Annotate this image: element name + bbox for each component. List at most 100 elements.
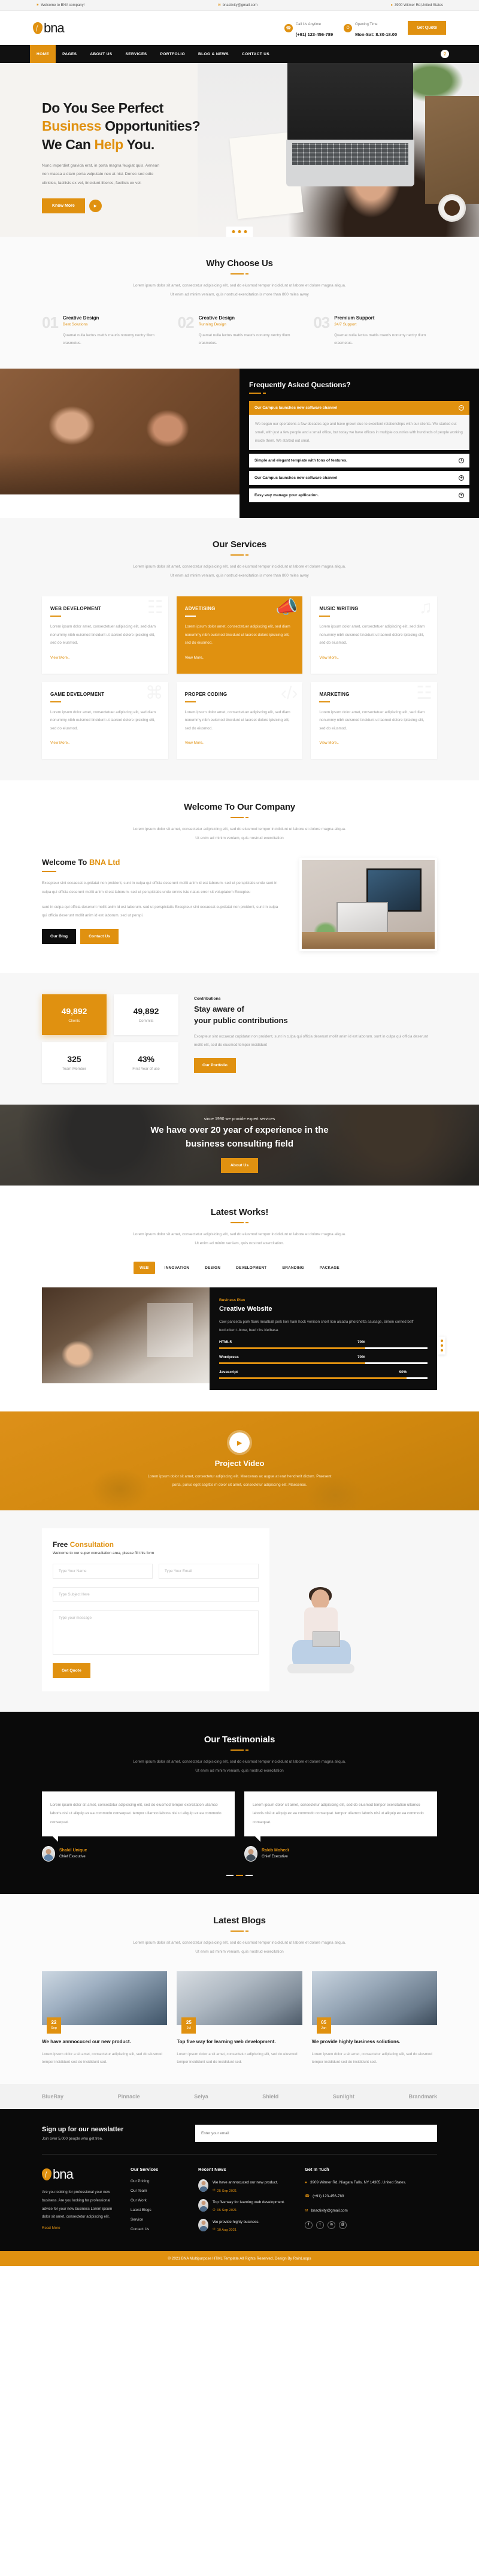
about-us-button[interactable]: About Us [220, 1158, 259, 1174]
service-view-more-link[interactable]: View More.. [185, 656, 205, 660]
contributions-kicker: Contributions [194, 997, 221, 1002]
about-paragraph-1: Excepteur sint occaecat cupidatat non pr… [42, 881, 278, 894]
our-blog-button[interactable]: Our Blog [42, 929, 77, 945]
service-card[interactable]: ⌘ GAME DEVELOPMENT Lorem ipsum dolor ame… [42, 681, 168, 759]
blog-month: Jul [186, 2026, 191, 2031]
footer-service-link[interactable]: Our Team [131, 2189, 187, 2193]
site-footer: Sign up for our newslatter Join over 5,0… [0, 2109, 479, 2252]
faq-question[interactable]: Our Campus launches new software channel… [249, 401, 469, 415]
free-consultation-section: Free Consultation Welcome to our super c… [0, 1510, 479, 1712]
service-title: ADVETISING [184, 606, 216, 612]
footer-read-more-link[interactable]: Read More [42, 2226, 60, 2230]
section-divider [42, 817, 437, 819]
partner-logo: Brandmark [408, 2094, 437, 2100]
contact-us-button[interactable]: Contact Us [80, 929, 119, 945]
nav-item-5[interactable]: BLOG & NEWS [192, 45, 235, 63]
service-view-more-link[interactable]: View More.. [185, 741, 205, 745]
footer-email[interactable]: ✉ bnactivity@gmail.com [305, 2207, 437, 2215]
service-view-more-link[interactable]: View More.. [50, 656, 70, 660]
minus-icon[interactable]: − [459, 405, 464, 411]
about-title: Welcome To Our Company [184, 802, 295, 813]
footer-logo[interactable]: bna [42, 2167, 120, 2182]
newsletter-email-input[interactable] [195, 2125, 437, 2143]
skill-name: Wordpress [219, 1355, 239, 1360]
nav-item-1[interactable]: PAGES [56, 45, 83, 63]
blog-title[interactable]: We have annnocuced our new product. [42, 2038, 167, 2046]
play-video-icon[interactable]: ► [229, 1432, 250, 1453]
footer-news-item[interactable]: Top five way for learning web developmen… [198, 2199, 294, 2213]
works-filter-5[interactable]: PACKAGE [314, 1262, 345, 1274]
hero-slider-dots[interactable] [226, 227, 253, 237]
clock-icon: ⏱ [344, 23, 353, 32]
know-more-button[interactable]: Know More [42, 198, 85, 213]
works-filter-2[interactable]: DESIGN [199, 1262, 226, 1274]
consultation-heading-highlight: Consultation [69, 1540, 114, 1549]
service-card[interactable]: ☳ MARKETING Lorem ipsum dolor amet, cons… [311, 681, 437, 759]
plus-icon[interactable]: + [459, 493, 464, 499]
counter-label: First Year of use [132, 1067, 160, 1072]
footer-contact-title: Get In Tuch [305, 2167, 329, 2173]
site-logo[interactable]: bna [33, 20, 65, 36]
search-icon[interactable]: ⚲ [441, 50, 449, 58]
skill-progress-bar [219, 1347, 428, 1350]
social-icon-3[interactable]: @ [339, 2221, 347, 2229]
works-filter-0[interactable]: WEB [134, 1262, 155, 1275]
faq-question[interactable]: Easy way manage your apllication. + [249, 488, 469, 503]
footer-service-link[interactable]: Contact Us [131, 2227, 187, 2231]
why-item: 02 Creative Design Running Design Quamat… [178, 315, 302, 347]
social-icon-2[interactable]: in [328, 2221, 335, 2229]
footer-service-link[interactable]: Service [131, 2218, 187, 2222]
footer-service-link[interactable]: Latest Blogs [131, 2208, 187, 2212]
works-filter-4[interactable]: BRANDING [276, 1262, 310, 1274]
subject-input[interactable] [53, 1587, 259, 1603]
service-card[interactable]: 📣 ADVETISING Lorem ipsum dolor amet, con… [176, 596, 303, 674]
avatar [42, 1845, 55, 1862]
email-input[interactable] [159, 1564, 259, 1579]
get-quote-button[interactable]: Get Quote [408, 21, 446, 35]
nav-item-3[interactable]: SERVICES [119, 45, 154, 63]
works-filter-3[interactable]: DEVELOPMENT [230, 1262, 272, 1274]
footer-service-link[interactable]: Our Pricing [131, 2179, 187, 2183]
why-item-title: Creative Design [62, 315, 99, 321]
social-icon-1[interactable]: t [316, 2221, 324, 2229]
testimonials-slider-dots[interactable] [42, 1874, 437, 1877]
blog-month: Sep [51, 2026, 57, 2031]
service-card[interactable]: ♫ MUSIC WRITING Lorem ipsum dolor amet, … [311, 596, 437, 674]
faq-question[interactable]: Simple and elegant template with tons of… [249, 454, 469, 468]
faq-question[interactable]: Our Campus launches new software channel… [249, 471, 469, 485]
nav-item-6[interactable]: CONTACT US [235, 45, 276, 63]
consultation-photo [269, 1528, 437, 1691]
topbar-email[interactable]: ✉ bnactivity@gmail.com [218, 3, 257, 8]
blog-card[interactable]: 22 Sep We have annnocuced our new produc… [42, 1971, 168, 2066]
nav-item-2[interactable]: ABOUT US [83, 45, 119, 63]
message-textarea[interactable] [53, 1610, 259, 1655]
service-view-more-link[interactable]: View More.. [50, 741, 70, 745]
service-card[interactable]: ‹/› PROPER CODING Lorem ipsum dolor amet… [176, 681, 303, 759]
service-view-more-link[interactable]: View More.. [319, 741, 339, 745]
video-title: Project Video [214, 1459, 265, 1468]
header-call-block[interactable]: ☎ Call Us Anytime (+91) 123-456-789 [284, 17, 333, 39]
blog-card[interactable]: 05 Jan We provide highly business soliut… [311, 1971, 437, 2066]
footer-service-link[interactable]: Our Work [131, 2198, 187, 2203]
plus-icon[interactable]: + [459, 458, 464, 464]
consultation-submit-button[interactable]: Get Quote [53, 1663, 90, 1679]
play-icon[interactable]: ► [89, 199, 102, 212]
skill-name: HTML5 [219, 1340, 232, 1345]
footer-news-item[interactable]: We provide highly business. ⏱ 10 Aug 2021 [198, 2218, 294, 2233]
blog-title[interactable]: Top five way for learning web developmen… [177, 2038, 302, 2046]
service-card[interactable]: ☷ WEB DEVELOPMENT Lorem ipsum dolor amet… [42, 596, 168, 674]
works-slider-dots[interactable] [438, 1337, 445, 1355]
nav-item-0[interactable]: HOME [30, 45, 56, 63]
blog-card[interactable]: 25 Jul Top five way for learning web dev… [177, 1971, 302, 2066]
blog-title[interactable]: We provide highly business soliutions. [312, 2038, 437, 2046]
social-icon-0[interactable]: f [305, 2221, 313, 2229]
service-view-more-link[interactable]: View More.. [319, 656, 339, 660]
name-input[interactable] [53, 1564, 153, 1579]
our-portfolio-button[interactable]: Our Portfolio [194, 1057, 236, 1073]
plus-icon[interactable]: + [459, 475, 464, 481]
footer-phone[interactable]: ☎ (+91) 123-456-789 [305, 2193, 437, 2200]
works-filter-1[interactable]: INNOVATION [159, 1262, 196, 1274]
nav-item-4[interactable]: PORTFOLIO [154, 45, 192, 63]
footer-news-item[interactable]: We have annnocuced our new product. ⏱ 25 … [198, 2179, 294, 2193]
hero-line-3a: We Can [42, 136, 95, 152]
